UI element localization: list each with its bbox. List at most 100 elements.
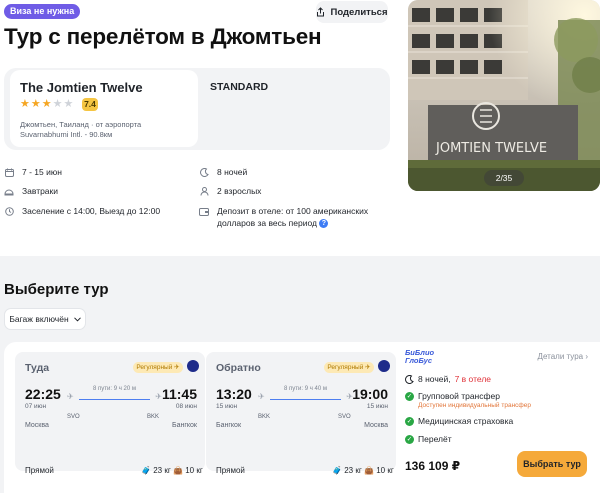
flight-route: 8 пути: 9 ч 40 м ✈ ✈	[258, 386, 353, 410]
moon-icon	[405, 374, 414, 384]
deposit-text: Депозит в отеле: от 100 американских дол…	[217, 205, 368, 229]
hotel-photo-image: JOMTIEN TWELVE	[408, 0, 600, 191]
arrival-airport-code: SVO	[338, 414, 351, 420]
flight-direction-label: Обратно	[216, 362, 261, 374]
flight-type: Прямой	[216, 466, 245, 475]
transfer-included: ✓ Групповой трансфер	[405, 391, 500, 401]
moon-icon	[199, 166, 209, 178]
tour-offer-card: Туда Регулярный ✈ 22:25 07 июн 8 пути: 9…	[4, 342, 600, 493]
hand-luggage: 👜 10 кг	[173, 466, 203, 475]
tour-guests: 2 взрослых	[199, 185, 261, 197]
hotel-photo[interactable]: JOMTIEN TWELVE	[408, 0, 600, 191]
checked-baggage: 🧳 23 кг	[332, 466, 362, 475]
departure-date: 15 июн	[216, 403, 238, 410]
check-icon: ✓	[405, 391, 414, 401]
tour-meals: Завтраки	[4, 185, 58, 197]
calendar-icon	[4, 166, 14, 178]
regular-flight-label: Регулярный	[327, 364, 364, 371]
share-label: Поделиться	[330, 6, 388, 18]
arrival-city: Москва	[364, 422, 388, 429]
hand-luggage-weight: 10 кг	[185, 466, 203, 475]
baggage-filter-label: Багаж включён	[9, 314, 69, 324]
hand-luggage: 👜 10 кг	[364, 466, 394, 475]
bag-icon: 👜	[364, 466, 374, 475]
airline-logo-icon	[378, 360, 390, 372]
photo-counter: 2/35	[484, 170, 524, 186]
star-icon: ★	[63, 98, 74, 110]
question-icon[interactable]: ?	[319, 219, 329, 229]
offer-nights: 8 ночей, 7 в отеле	[405, 374, 491, 384]
regular-flight-label: Регулярный	[136, 364, 173, 371]
page-title: Тур с перелётом в Джомтьен	[4, 24, 322, 49]
star-icon: ★	[52, 98, 63, 110]
departure-time: 13:20	[216, 386, 252, 402]
transfer-text: Групповой трансфер	[418, 391, 500, 401]
flight-included: ✓ Перелёт	[405, 434, 452, 444]
food-cloche-icon	[4, 185, 14, 197]
suitcase-icon: 🧳	[141, 466, 151, 475]
star-icon: ★	[20, 98, 30, 110]
tour-dates-text: 7 - 15 июн	[22, 167, 62, 177]
deposit-info: Депозит в отеле: от 100 американских дол…	[199, 205, 368, 229]
insurance-text: Медицинская страховка	[418, 416, 514, 426]
tour-dates: 7 - 15 июн	[4, 166, 62, 178]
share-button[interactable]: Поделиться	[316, 1, 388, 23]
arrival-date: 08 июн	[175, 403, 197, 410]
choose-tour-title: Выберите тур	[4, 281, 109, 298]
check-icon: ✓	[405, 434, 414, 444]
room-type: STANDARD	[210, 81, 269, 93]
departure-airport-code: BKK	[258, 414, 271, 420]
arrival-time: 19:00	[352, 386, 388, 402]
checkin-info: Заселение с 14:00, Выезд до 12:00	[4, 205, 160, 217]
hotel-header-section: Виза не нужна Поделиться Тур с перелётом…	[0, 0, 600, 256]
hotel-name[interactable]: The Jomtien Twelve	[20, 80, 143, 95]
hotel-stars: ★ ★ ★ ★ ★	[20, 98, 73, 111]
baggage-filter-dropdown[interactable]: Багаж включён	[4, 308, 86, 330]
flight-direction-label: Туда	[25, 362, 50, 374]
departure-city: Москва	[25, 422, 49, 429]
tour-meals-text: Завтраки	[22, 186, 59, 196]
clock-icon	[4, 205, 14, 217]
wallet-icon	[199, 205, 209, 217]
checked-baggage-weight: 23 кг	[153, 466, 171, 475]
takeoff-icon: ✈	[67, 392, 74, 401]
flight-text: Перелёт	[418, 434, 452, 444]
star-icon: ★	[41, 98, 52, 110]
tour-operator-name: ГлоБус	[405, 356, 433, 365]
hand-luggage-weight: 10 кг	[376, 466, 394, 475]
arrival-date: 15 июн	[366, 403, 388, 410]
offer-nights-text: 8 ночей,	[418, 374, 451, 384]
takeoff-icon: ✈	[258, 392, 265, 401]
hotel-info-panel: The Jomtien Twelve ★ ★ ★ ★ ★ 7.4 Джомтье…	[4, 68, 390, 150]
checked-baggage-weight: 23 кг	[344, 466, 362, 475]
arrival-time: 11:45	[161, 386, 197, 402]
tour-nights: 8 ночей	[199, 166, 247, 178]
flight-duration: 8 пути: 9 ч 20 м	[93, 386, 136, 392]
checkin-text: Заселение с 14:00, Выезд до 12:00	[22, 206, 161, 216]
tour-selection-section: Выберите тур Багаж включён Туда Регулярн…	[0, 256, 600, 493]
nights-in-hotel: 7 в отеле	[454, 374, 492, 384]
tour-operator-logo: БиБлио ГлоБус	[405, 349, 453, 373]
airline-logo-icon	[187, 360, 199, 372]
tour-details-label: Детали тура	[537, 352, 584, 361]
insurance-included: ✓ Медицинская страховка	[405, 416, 513, 426]
select-tour-button[interactable]: Выбрать тур	[517, 451, 587, 477]
tour-details-link[interactable]: Детали тура ›	[538, 352, 588, 361]
arrival-city: Бангкок	[171, 422, 197, 429]
arrival-airport-code: BKK	[147, 414, 160, 420]
share-icon	[317, 7, 325, 17]
checked-baggage: 🧳 23 кг	[141, 466, 171, 475]
departure-date: 07 июн	[25, 403, 47, 410]
return-flight[interactable]: Обратно Регулярный ✈ 13:20 15 июн 8 пути…	[206, 352, 396, 475]
regular-flight-badge: Регулярный ✈	[324, 362, 374, 373]
hotel-card[interactable]: The Jomtien Twelve ★ ★ ★ ★ ★ 7.4 Джомтье…	[10, 70, 198, 147]
chevron-down-icon	[73, 316, 81, 322]
flight-route: 8 пути: 9 ч 20 м ✈ ✈	[67, 386, 162, 410]
outbound-flight[interactable]: Туда Регулярный ✈ 22:25 07 июн 8 пути: 9…	[15, 352, 205, 475]
hotel-location-line: Джомтьен, Таиланд · от аэропорта	[20, 120, 142, 129]
tour-nights-text: 8 ночей	[217, 167, 248, 177]
offer-summary: БиБлио ГлоБус Детали тура › 8 ночей, 7 в…	[404, 342, 600, 493]
person-icon	[199, 185, 209, 197]
suitcase-icon: 🧳	[332, 466, 342, 475]
chevron-right-icon: ›	[585, 352, 588, 361]
